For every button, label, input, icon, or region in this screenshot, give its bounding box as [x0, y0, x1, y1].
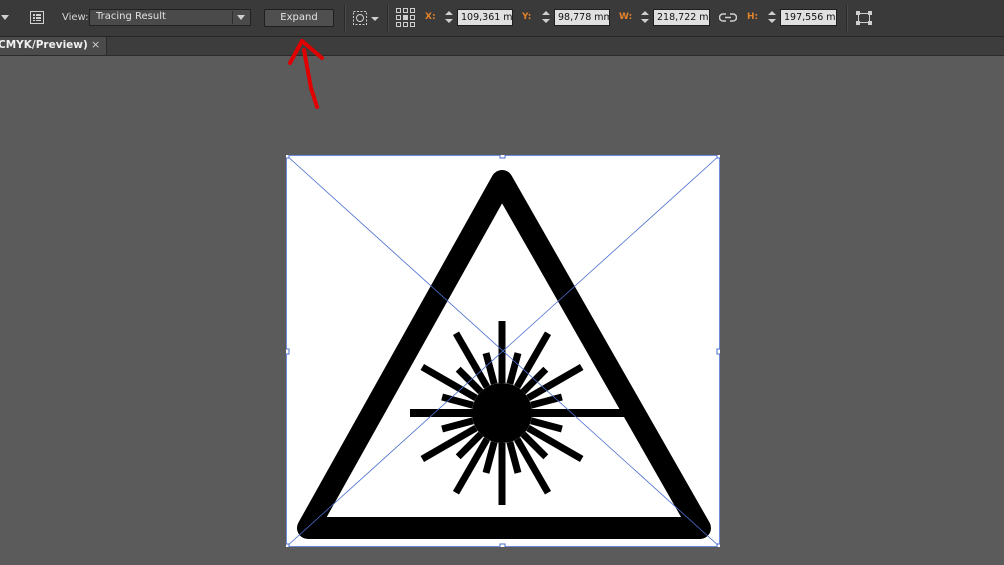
stepper-up-icon[interactable]	[768, 11, 776, 15]
x-label: X:	[425, 12, 436, 22]
select-divider	[232, 11, 233, 24]
w-field[interactable]: 218,722 mm	[653, 9, 710, 26]
y-stepper[interactable]	[540, 8, 551, 27]
x-field[interactable]: 109,361 mm	[457, 9, 513, 26]
close-icon[interactable]: ×	[91, 38, 100, 51]
tracing-object[interactable]	[283, 152, 723, 550]
annotation-arrow	[288, 39, 324, 109]
laser-warning-artwork	[283, 152, 723, 550]
options-list-icon[interactable]	[30, 11, 45, 25]
view-label: View:	[62, 12, 89, 23]
select-similar-icon[interactable]	[352, 10, 380, 26]
reference-point-icon[interactable]	[396, 8, 415, 27]
toolbar-divider	[846, 5, 847, 31]
control-bar: View: Tracing Result Expand X: 109,361 m…	[0, 0, 1004, 37]
view-select[interactable]: Tracing Result	[89, 9, 251, 26]
h-stepper[interactable]	[766, 8, 777, 27]
view-select-value: Tracing Result	[96, 11, 166, 22]
chevron-down-icon	[237, 15, 245, 20]
document-tab[interactable]: CMYK/Preview) ×	[0, 37, 107, 55]
expand-button[interactable]: Expand	[264, 9, 334, 27]
toolbar-divider	[387, 5, 388, 31]
dropdown-arrow-icon[interactable]	[1, 15, 9, 20]
stepper-down-icon[interactable]	[542, 19, 550, 23]
y-label: Y:	[522, 12, 532, 22]
stepper-down-icon[interactable]	[445, 19, 453, 23]
w-label: W:	[619, 12, 633, 22]
stepper-down-icon[interactable]	[641, 19, 649, 23]
w-stepper[interactable]	[639, 8, 650, 27]
toolbar-divider	[344, 5, 345, 31]
starburst-center	[472, 383, 532, 443]
document-tab-title: CMYK/Preview)	[0, 39, 88, 51]
document-tab-bar: CMYK/Preview) ×	[0, 37, 1004, 56]
y-field[interactable]: 98,778 mm	[554, 9, 610, 26]
stepper-up-icon[interactable]	[542, 11, 550, 15]
transform-panel-icon[interactable]	[855, 10, 873, 26]
stepper-down-icon[interactable]	[768, 19, 776, 23]
h-field[interactable]: 197,556 mm	[780, 9, 837, 26]
h-label: H:	[747, 12, 759, 22]
constrain-link-icon[interactable]	[719, 10, 737, 26]
x-stepper[interactable]	[443, 8, 454, 27]
stepper-up-icon[interactable]	[641, 11, 649, 15]
stepper-up-icon[interactable]	[445, 11, 453, 15]
